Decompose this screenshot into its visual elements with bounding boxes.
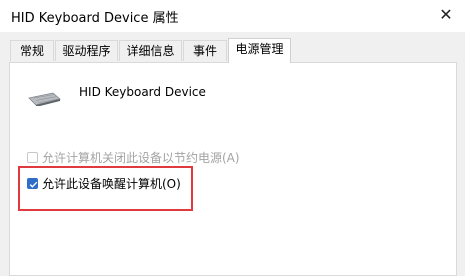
tab-label: 常规 — [19, 44, 44, 58]
tab-details[interactable]: 详细信息 — [119, 40, 182, 61]
close-icon: ✕ — [439, 5, 453, 24]
tab-label: 事件 — [192, 44, 217, 58]
window-title: HID Keyboard Device 属性 — [11, 11, 179, 26]
title-bar: HID Keyboard Device 属性 ✕ — [0, 0, 465, 32]
properties-dialog: HID Keyboard Device 属性 ✕ 常规 驱动程序 详细信息 事件… — [0, 0, 465, 276]
allow-turn-off-checkbox — [27, 152, 38, 163]
device-name: HID Keyboard Device — [79, 85, 206, 99]
tab-label: 电源管理 — [235, 42, 284, 56]
tab-events[interactable]: 事件 — [183, 40, 227, 61]
tab-label: 驱动程序 — [62, 44, 111, 58]
tab-general[interactable]: 常规 — [10, 40, 54, 61]
highlight-annotation — [18, 166, 193, 211]
tab-power-management[interactable]: 电源管理 — [228, 38, 291, 63]
close-button[interactable]: ✕ — [431, 0, 461, 30]
tab-driver[interactable]: 驱动程序 — [55, 40, 118, 61]
allow-turn-off-label: 允许计算机关闭此设备以节约电源(A) — [42, 151, 240, 165]
tab-label: 详细信息 — [126, 44, 175, 58]
keyboard-icon — [28, 92, 61, 106]
